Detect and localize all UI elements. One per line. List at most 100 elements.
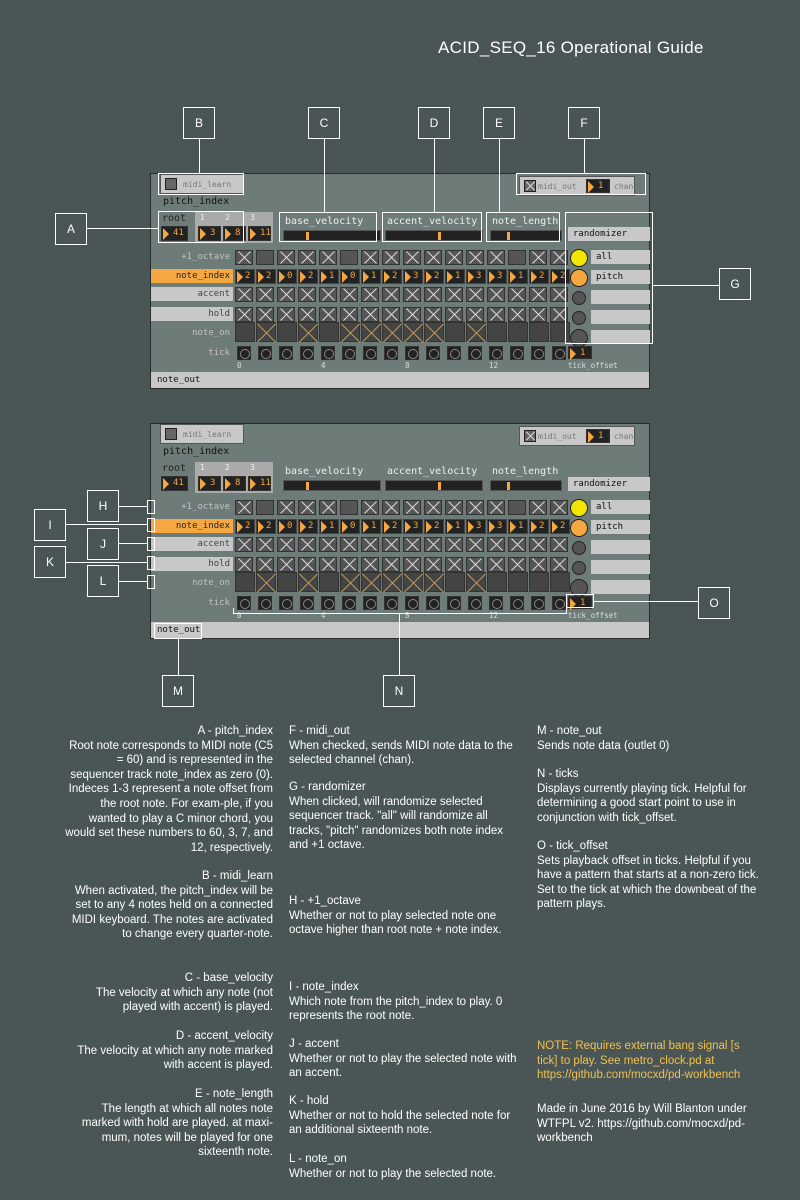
tick-offset-box[interactable]: 1 <box>568 346 592 360</box>
accent-cell[interactable] <box>298 287 316 302</box>
octave-cell[interactable] <box>361 500 379 515</box>
hold-cell[interactable] <box>235 557 253 572</box>
note-index-cell[interactable]: 2 <box>256 519 276 534</box>
accent-velocity-slider[interactable] <box>385 480 483 491</box>
randomize-accent-button[interactable] <box>591 540 650 554</box>
note-index-cell[interactable]: 3 <box>403 269 423 284</box>
note-on-cell[interactable] <box>319 322 339 342</box>
hold-cell[interactable] <box>298 557 316 572</box>
accent-cell[interactable] <box>361 537 379 552</box>
pitch-offset-box-3[interactable]: 11 <box>248 226 271 241</box>
randomize-bang-3[interactable] <box>572 561 586 575</box>
note-index-cell[interactable]: 2 <box>298 519 318 534</box>
hold-cell[interactable] <box>550 557 568 572</box>
note-index-cell[interactable]: 1 <box>508 519 528 534</box>
octave-cell[interactable] <box>235 250 253 265</box>
accent-cell[interactable] <box>235 287 253 302</box>
accent-cell[interactable] <box>487 537 505 552</box>
note-on-cell[interactable] <box>466 322 486 342</box>
hold-cell[interactable] <box>277 557 295 572</box>
note-on-cell[interactable] <box>529 572 549 592</box>
note-index-cell[interactable]: 2 <box>550 519 570 534</box>
note-index-cell[interactable]: 2 <box>298 269 318 284</box>
accent-cell[interactable] <box>550 537 568 552</box>
octave-cell[interactable] <box>298 500 316 515</box>
octave-cell[interactable] <box>235 500 253 515</box>
octave-cell[interactable] <box>445 500 463 515</box>
note-on-cell[interactable] <box>340 322 360 342</box>
midi-out-checkbox[interactable] <box>524 430 536 442</box>
accent-cell[interactable] <box>466 287 484 302</box>
note-on-cell[interactable] <box>403 322 423 342</box>
pitch-offset-box-3[interactable]: 11 <box>248 476 271 491</box>
pitch-offset-box-2[interactable]: 8 <box>223 476 246 491</box>
accent-cell[interactable] <box>529 287 547 302</box>
note-on-cell[interactable] <box>256 572 276 592</box>
octave-cell[interactable] <box>445 250 463 265</box>
accent-cell[interactable] <box>424 537 442 552</box>
note-index-cell[interactable]: 1 <box>319 519 339 534</box>
octave-cell[interactable] <box>424 500 442 515</box>
note-index-cell[interactable]: 2 <box>382 269 402 284</box>
hold-cell[interactable] <box>361 307 379 322</box>
hold-cell[interactable] <box>466 307 484 322</box>
note-index-cell[interactable]: 2 <box>424 269 444 284</box>
octave-cell[interactable] <box>466 500 484 515</box>
hold-cell[interactable] <box>487 557 505 572</box>
hold-cell[interactable] <box>340 557 358 572</box>
accent-cell[interactable] <box>529 537 547 552</box>
note-on-cell[interactable] <box>235 322 255 342</box>
note-index-cell[interactable]: 0 <box>340 519 360 534</box>
note-on-cell[interactable] <box>445 572 465 592</box>
randomize-note-on-button[interactable] <box>591 580 650 594</box>
octave-cell[interactable] <box>550 500 568 515</box>
note-index-cell[interactable]: 3 <box>487 519 507 534</box>
chan-number-box[interactable]: 1 <box>586 429 610 443</box>
note-on-cell[interactable] <box>298 572 318 592</box>
octave-cell[interactable] <box>403 500 421 515</box>
hold-cell[interactable] <box>319 307 337 322</box>
note-index-cell[interactable]: 2 <box>256 269 276 284</box>
randomize-bang-1[interactable] <box>570 519 588 537</box>
hold-cell[interactable] <box>382 557 400 572</box>
note-on-cell[interactable] <box>277 322 297 342</box>
hold-cell[interactable] <box>529 557 547 572</box>
note-on-cell[interactable] <box>256 322 276 342</box>
note-on-cell[interactable] <box>508 322 528 342</box>
accent-cell[interactable] <box>508 537 526 552</box>
hold-cell[interactable] <box>382 307 400 322</box>
octave-cell[interactable] <box>298 250 316 265</box>
root-number-box[interactable]: 41 <box>161 476 188 491</box>
accent-cell[interactable] <box>403 537 421 552</box>
note-on-cell[interactable] <box>361 322 381 342</box>
hold-cell[interactable] <box>508 557 526 572</box>
note-on-cell[interactable] <box>487 572 507 592</box>
hold-cell[interactable] <box>235 307 253 322</box>
note-index-cell[interactable]: 2 <box>529 269 549 284</box>
accent-cell[interactable] <box>403 287 421 302</box>
octave-cell[interactable] <box>256 500 274 515</box>
note-on-cell[interactable] <box>277 572 297 592</box>
note-index-cell[interactable]: 3 <box>403 519 423 534</box>
note-index-cell[interactable]: 0 <box>277 519 297 534</box>
octave-cell[interactable] <box>256 250 274 265</box>
note-on-cell[interactable] <box>361 572 381 592</box>
note-index-cell[interactable]: 3 <box>487 269 507 284</box>
note-on-cell[interactable] <box>340 572 360 592</box>
note-index-cell[interactable]: 0 <box>340 269 360 284</box>
accent-cell[interactable] <box>319 537 337 552</box>
accent-cell[interactable] <box>466 537 484 552</box>
octave-cell[interactable] <box>277 250 295 265</box>
accent-cell[interactable] <box>445 287 463 302</box>
note-on-cell[interactable] <box>319 572 339 592</box>
note-index-cell[interactable]: 2 <box>235 269 255 284</box>
note-on-cell[interactable] <box>403 572 423 592</box>
randomize-bang-0[interactable] <box>570 499 588 517</box>
hold-cell[interactable] <box>445 307 463 322</box>
hold-cell[interactable] <box>277 307 295 322</box>
hold-cell[interactable] <box>445 557 463 572</box>
note-on-cell[interactable] <box>235 572 255 592</box>
hold-cell[interactable] <box>403 557 421 572</box>
octave-cell[interactable] <box>361 250 379 265</box>
note-on-cell[interactable] <box>424 572 444 592</box>
